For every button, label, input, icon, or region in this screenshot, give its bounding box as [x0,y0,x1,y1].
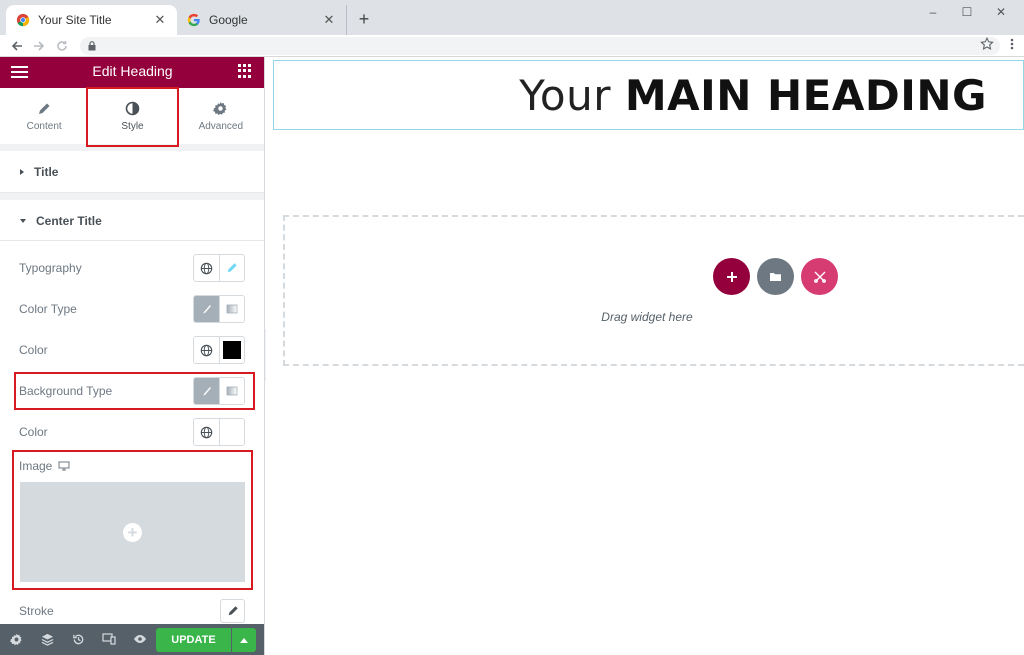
tab-style[interactable]: Style [88,88,176,144]
new-tab-button[interactable]: + [354,9,374,29]
layers-icon[interactable] [40,632,54,646]
control-background-type: Background Type [0,371,264,412]
control-label: Color [19,343,48,357]
bookmark-star-icon[interactable] [980,37,994,51]
browser-tab-google[interactable]: Google ✕ [177,5,347,35]
add-section-button[interactable] [713,258,750,295]
close-icon[interactable]: ✕ [322,12,336,28]
arrow-left-icon [11,41,22,51]
lock-icon [88,41,96,51]
edit-pencil-icon[interactable] [220,599,245,623]
main-heading: Your MAIN HEADING [519,71,987,120]
widget-drop-zone[interactable]: Drag widget here [283,215,1024,366]
tab-label: Advanced [198,120,244,132]
reload-icon [57,41,67,51]
maximize-button[interactable]: ☐ [950,2,984,22]
reload-button[interactable] [53,37,71,55]
addon-button[interactable] [801,258,838,295]
control-label: Background Type [19,384,113,398]
plus-icon [726,271,737,282]
panel-tabs: Content Style Advanced [0,88,264,144]
settings-gear-icon[interactable] [9,632,23,646]
panel-footer: UPDATE [0,624,264,655]
responsive-icon[interactable] [102,632,116,646]
heading-widget[interactable]: Your MAIN HEADING [273,60,1024,130]
control-typography: Typography [0,248,264,289]
panel-header: Edit Heading [0,57,264,88]
desktop-icon[interactable] [58,461,70,471]
tab-content[interactable]: Content [0,88,88,144]
folder-icon [770,273,781,281]
control-label: Color Type [19,302,77,316]
tab-title: Google [209,13,248,27]
section-center-title[interactable]: Center Title [0,200,264,241]
cross-tools-icon [813,271,826,283]
update-options-button[interactable] [232,628,256,652]
browser-tab-bar: Your Site Title ✕ Google ✕ + – ☐ ✕ [0,0,1024,35]
global-icon[interactable] [194,255,219,281]
browser-tab-site[interactable]: Your Site Title ✕ [6,5,177,35]
drop-zone-hint: Drag widget here [601,310,693,324]
browser-toolbar [0,35,1024,57]
tab-label: Style [121,120,144,132]
gradient-icon[interactable] [219,378,244,404]
preview-canvas: Your MAIN HEADING Drag widget here [266,57,1024,655]
caret-right-icon [20,168,24,175]
minimize-button[interactable]: – [916,2,950,22]
image-label: Image [19,459,53,473]
classic-brush-icon[interactable] [194,378,219,404]
control-label: Stroke [19,604,54,618]
gradient-icon[interactable] [219,296,244,322]
tab-label: Content [26,120,62,132]
section-heading: Title [34,164,59,179]
color-swatch[interactable] [219,337,244,363]
caret-down-icon [20,218,26,223]
update-button[interactable]: UPDATE [156,628,231,652]
control-label: Image [19,459,70,473]
control-stroke: Stroke [0,599,264,623]
contrast-icon [125,101,140,116]
global-icon[interactable] [194,419,219,445]
section-title[interactable]: Title [0,151,264,193]
forward-button[interactable] [30,37,48,55]
plus-circle-icon: + [123,522,142,542]
menu-dots-icon[interactable] [1010,37,1014,51]
gear-icon [213,101,227,116]
control-bg-color: Color [0,412,264,453]
heading-bold-text: MAIN HEADING [624,71,987,120]
control-label: Color [19,425,48,439]
eye-icon[interactable] [133,632,147,646]
chrome-icon [16,13,30,27]
arrow-right-icon [34,41,45,51]
pencil-icon [39,103,50,114]
section-controls: Typography Color Type Color Background T… [0,241,264,655]
image-upload-area[interactable]: + [20,482,245,582]
tab-title: Your Site Title [38,13,112,27]
caret-up-icon [240,637,248,643]
google-icon [187,13,200,27]
tab-advanced[interactable]: Advanced [177,88,264,144]
section-heading: Center Title [36,213,102,228]
address-input[interactable] [80,37,1000,55]
panel-title: Edit Heading [92,63,173,79]
control-label: Typography [19,261,82,275]
history-icon[interactable] [71,632,85,646]
close-icon[interactable]: ✕ [153,12,167,28]
global-icon[interactable] [194,337,219,363]
edit-pencil-icon[interactable] [219,255,244,281]
widgets-grid-icon[interactable] [238,64,252,78]
back-button[interactable] [8,37,26,55]
close-window-button[interactable]: ✕ [984,2,1018,22]
editor-panel: Edit Heading Content Style Advanced Titl… [0,57,265,655]
add-template-button[interactable] [757,258,794,295]
window-controls: – ☐ ✕ [916,2,1018,22]
control-color: Color [0,330,264,371]
control-color-type: Color Type [0,289,264,330]
heading-light-text: Your [519,71,611,120]
classic-brush-icon[interactable] [194,296,219,322]
color-swatch-empty[interactable] [219,419,244,445]
